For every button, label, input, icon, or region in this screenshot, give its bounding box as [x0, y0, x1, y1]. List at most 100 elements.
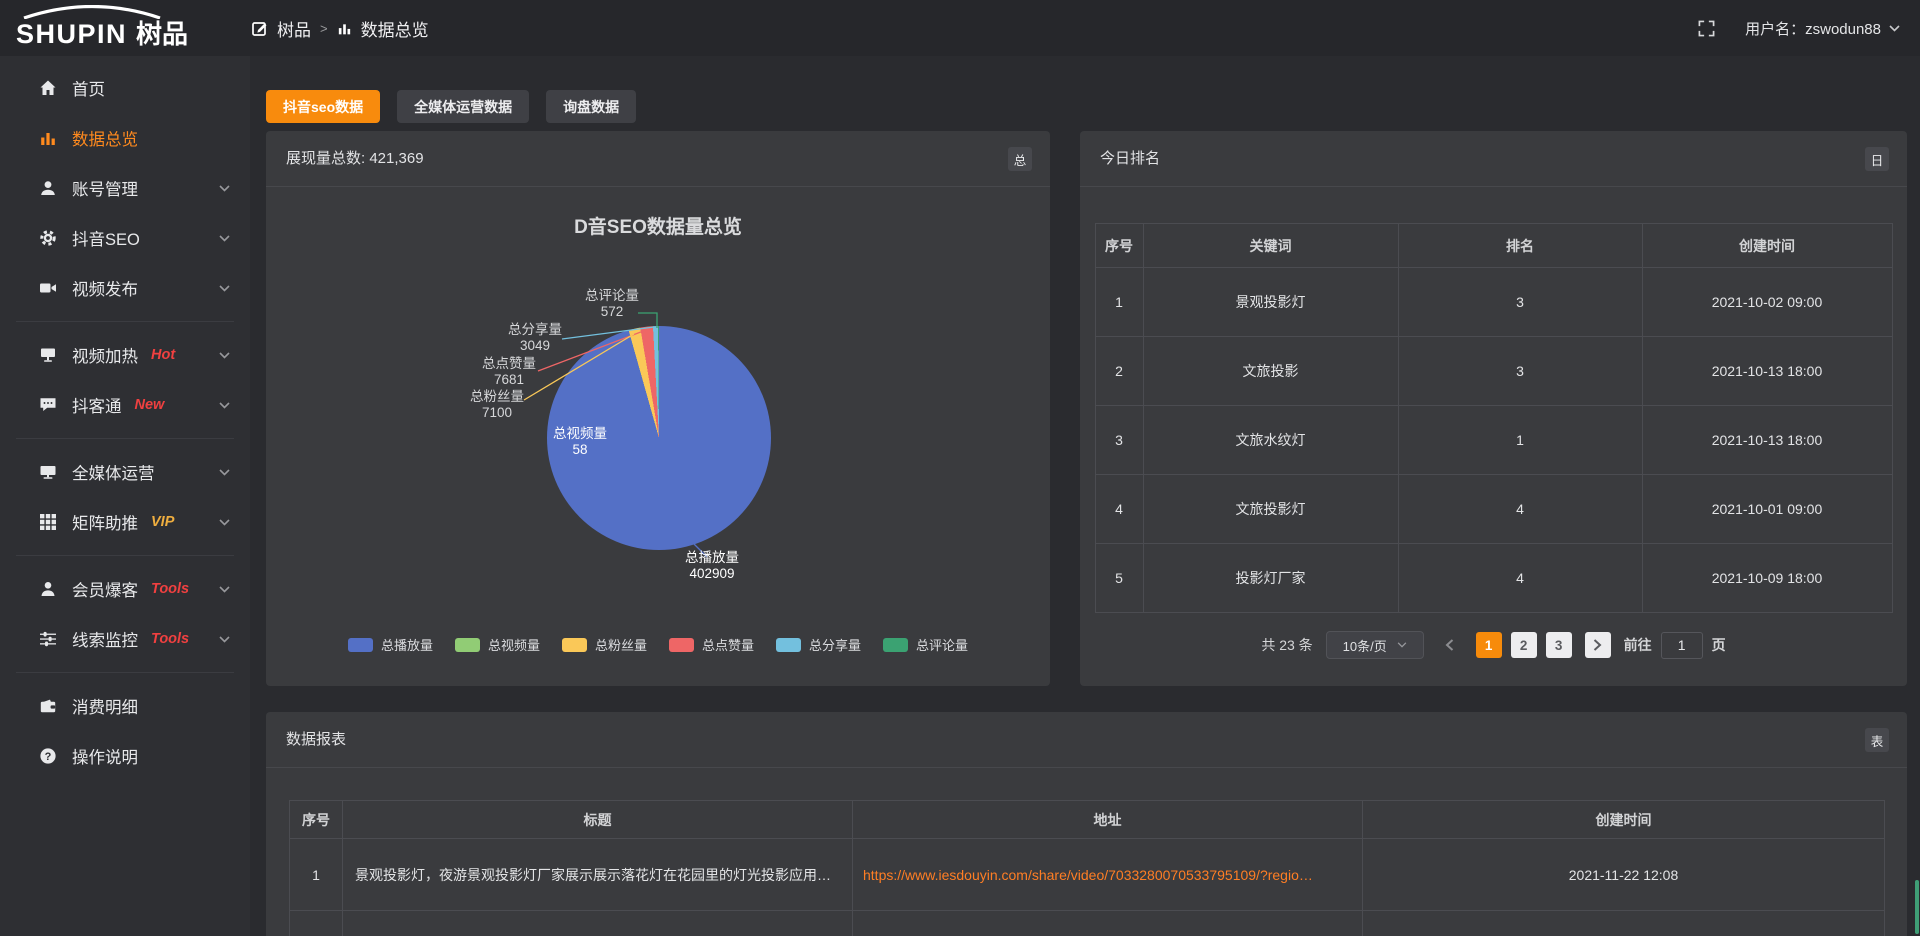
chart-panel-header: 展现量总数: 421,369	[266, 131, 1050, 187]
legend-item[interactable]: 总视频量	[455, 635, 540, 654]
sidebar-divider	[16, 555, 234, 556]
tab-media-data[interactable]: 全媒体运营数据	[397, 90, 529, 123]
cell: 3	[1095, 406, 1143, 475]
ranking-row: 4文旅投影灯42021-10-01 09:00	[1095, 475, 1892, 544]
sidebar-item-video-heat[interactable]: 视频加热Hot	[0, 330, 250, 380]
sidebar-item-label: 视频加热	[72, 343, 138, 367]
cell: 3	[1398, 337, 1642, 406]
tab-douyin-seo-data[interactable]: 抖音seo数据	[266, 90, 380, 123]
cell: 1	[1095, 268, 1143, 337]
bar-chart-icon	[38, 129, 57, 148]
legend-item[interactable]: 总分享量	[776, 635, 861, 654]
sidebar-divider	[16, 321, 234, 322]
sidebar-item-label: 操作说明	[72, 744, 138, 768]
breadcrumb-current: 数据总览	[361, 16, 429, 41]
bar-chart-icon	[337, 21, 352, 36]
total-badge-button[interactable]: 总	[1008, 147, 1032, 171]
sidebar-item-consumption[interactable]: 消费明细	[0, 681, 250, 731]
breadcrumb: 树品 > 数据总览	[252, 16, 429, 41]
cell: 2021-10-01 09:00	[1642, 475, 1892, 544]
top-bar: SHUPIN 树品 树品 > 数据总览 用户名：zswodun88	[0, 0, 1920, 56]
chevron-down-icon	[219, 402, 230, 409]
legend-label: 总分享量	[809, 635, 861, 654]
chevron-down-icon	[219, 586, 230, 593]
pagination: 共 23 条 10条/页 123 前往 页	[1080, 631, 1907, 659]
sidebar-item-label: 抖音SEO	[72, 226, 140, 250]
next-page-button[interactable]	[1585, 632, 1611, 658]
cell-index: 1	[290, 839, 343, 911]
today-ranking-panel: 今日排名 日 序号关键词排名创建时间 1景观投影灯32021-10-02 09:…	[1080, 131, 1907, 686]
sidebar-item-help[interactable]: ?操作说明	[0, 731, 250, 781]
sidebar-item-douketong[interactable]: 抖客通 New	[0, 380, 250, 430]
sidebar: 首页数据总览账号管理抖音SEO视频发布视频加热Hot抖客通New全媒体运营矩阵助…	[0, 56, 250, 936]
page-size-select[interactable]: 10条/页	[1326, 631, 1424, 659]
sidebar-divider	[16, 672, 234, 673]
page-button-3[interactable]: 3	[1546, 632, 1572, 658]
legend-label: 总评论量	[916, 635, 968, 654]
page-button-2[interactable]: 2	[1511, 632, 1537, 658]
pie-label: 总分享量3049	[490, 322, 580, 354]
username-label: 用户名：zswodun88	[1745, 18, 1881, 39]
prev-page-button[interactable]	[1437, 632, 1463, 658]
cell: 3	[1398, 268, 1642, 337]
sidebar-item-data-overview[interactable]: 数据总览	[0, 113, 250, 163]
sidebar-item-member-baoke[interactable]: 会员爆客Tools	[0, 564, 250, 614]
page-button-1[interactable]: 1	[1476, 632, 1502, 658]
chevron-down-icon	[219, 469, 230, 476]
cell: 文旅投影	[1143, 337, 1398, 406]
sidebar-item-clue-monitor[interactable]: 线索监控Tools	[0, 614, 250, 664]
cell: 文旅水纹灯	[1143, 406, 1398, 475]
cell: 1	[1398, 406, 1642, 475]
sidebar-item-badge: New	[135, 397, 165, 413]
sidebar-item-media-operation[interactable]: 全媒体运营	[0, 447, 250, 497]
video-link[interactable]: https://www.iesdouyin.com/share/video/70…	[863, 867, 1313, 883]
column-header: 关键词	[1143, 224, 1398, 268]
sidebar-item-label: 抖客通	[72, 393, 122, 417]
column-header: 创建时间	[1363, 801, 1885, 839]
ranking-row: 1景观投影灯32021-10-02 09:00	[1095, 268, 1892, 337]
legend-swatch	[883, 638, 908, 652]
legend-item[interactable]: 总播放量	[348, 635, 433, 654]
scrollbar-thumb[interactable]	[1915, 880, 1919, 934]
data-report-panel: 数据报表 表 序号标题地址创建时间 1景观投影灯，夜游景观投影灯厂家展示展示落花…	[266, 712, 1907, 936]
cell: 4	[1398, 544, 1642, 613]
table-badge-button[interactable]: 表	[1865, 728, 1889, 752]
legend-swatch	[348, 638, 373, 652]
sidebar-item-douyin-seo[interactable]: 抖音SEO	[0, 213, 250, 263]
cell: 2	[1095, 337, 1143, 406]
sidebar-item-account-manage[interactable]: 账号管理	[0, 163, 250, 213]
home-icon	[38, 79, 57, 98]
sidebar-item-label: 矩阵助推	[72, 510, 138, 534]
user-menu[interactable]: 用户名：zswodun88	[1745, 18, 1900, 39]
cell-url: https://www.iesdouyin.com/share/video/70…	[853, 839, 1363, 911]
sidebar-item-badge: Tools	[151, 581, 189, 597]
ranking-row: 5投影灯厂家42021-10-09 18:00	[1095, 544, 1892, 613]
legend-label: 总粉丝量	[595, 635, 647, 654]
cell: 2021-10-13 18:00	[1642, 337, 1892, 406]
goto-page-input[interactable]	[1661, 632, 1703, 659]
sidebar-item-matrix-boost[interactable]: 矩阵助推VIP	[0, 497, 250, 547]
sidebar-item-video-publish[interactable]: 视频发布	[0, 263, 250, 313]
sidebar-divider	[16, 438, 234, 439]
pie-label: 总播放量402909	[664, 550, 760, 582]
sidebar-item-label: 消费明细	[72, 694, 138, 718]
legend-item[interactable]: 总点赞量	[669, 635, 754, 654]
chevron-down-icon	[1889, 25, 1900, 32]
cell-title: 景观投影灯，夜游景观投影灯厂家展示展示落花灯在花园里的灯光投影应用效果 #	[343, 839, 853, 911]
column-header: 序号	[290, 801, 343, 839]
legend-item[interactable]: 总评论量	[883, 635, 968, 654]
column-header: 排名	[1398, 224, 1642, 268]
breadcrumb-root[interactable]: 树品	[277, 16, 311, 41]
legend-label: 总视频量	[488, 635, 540, 654]
column-header: 标题	[343, 801, 853, 839]
cell: 2021-10-13 18:00	[1642, 406, 1892, 475]
sidebar-item-home[interactable]: 首页	[0, 63, 250, 113]
tab-inquiry-data[interactable]: 询盘数据	[546, 90, 636, 123]
grid-icon	[38, 513, 57, 532]
fullscreen-icon[interactable]	[1698, 20, 1715, 37]
report-row: 1景观投影灯，夜游景观投影灯厂家展示展示落花灯在花园里的灯光投影应用效果 # ht…	[290, 839, 1885, 911]
day-badge-button[interactable]: 日	[1865, 147, 1889, 171]
chevron-left-icon	[1445, 639, 1454, 651]
legend-item[interactable]: 总粉丝量	[562, 635, 647, 654]
chevron-down-icon	[219, 285, 230, 292]
